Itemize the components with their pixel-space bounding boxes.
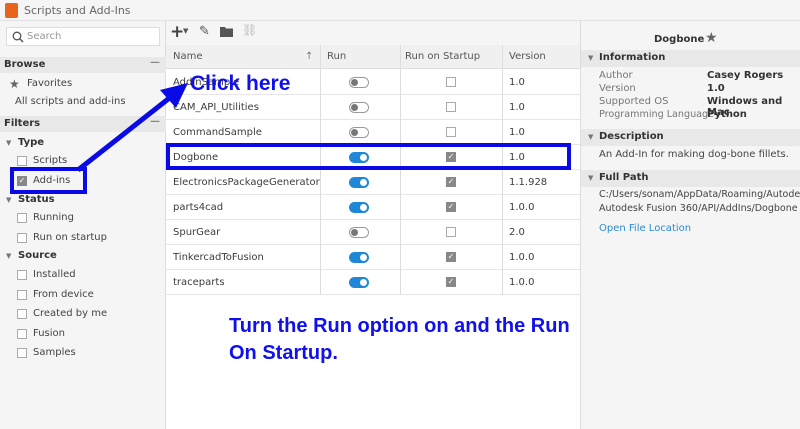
instruction-line-1: Turn the Run option on and the Run (229, 315, 570, 337)
click-here-annotation: Click here (190, 72, 291, 95)
annotation-arrow-icon (76, 83, 188, 172)
instruction-line-2: On Startup. (229, 342, 338, 364)
